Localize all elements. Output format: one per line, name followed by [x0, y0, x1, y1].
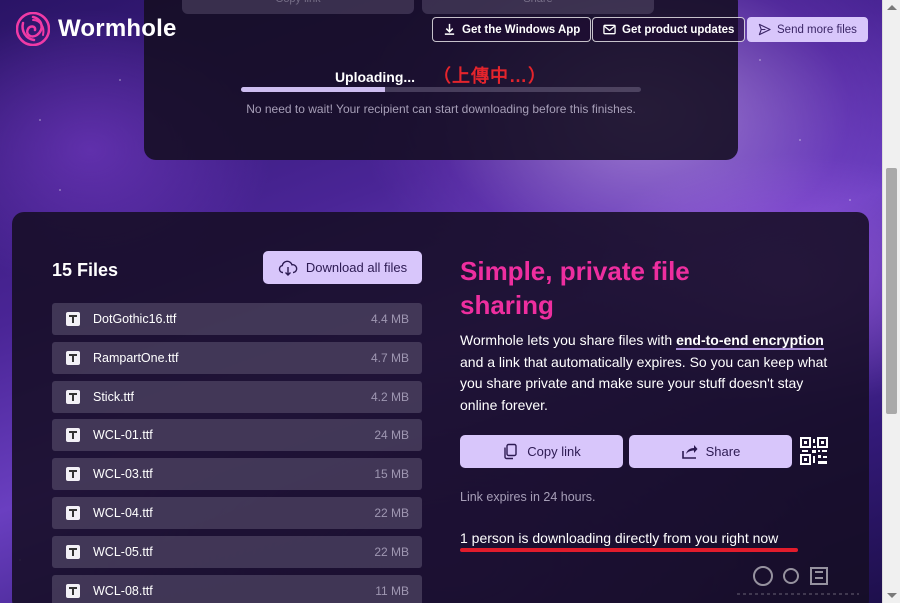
cloud-download-icon [278, 260, 298, 276]
file-name: Stick.ttf [93, 389, 134, 404]
file-row[interactable]: DotGothic16.ttf 4.4 MB [52, 303, 422, 335]
font-file-icon [66, 583, 80, 598]
file-name: WCL-03.ttf [93, 467, 153, 482]
copy-icon [504, 443, 517, 460]
scroll-down-arrow-icon[interactable] [887, 593, 897, 598]
file-row[interactable]: Stick.ttf 4.2 MB [52, 380, 422, 413]
font-file-icon [66, 389, 80, 404]
file-row[interactable]: WCL-05.ttf 22 MB [52, 535, 422, 568]
send-more-files-label: Send more files [777, 23, 857, 36]
upload-progress-bar [241, 87, 641, 92]
mail-icon [603, 24, 616, 35]
upload-status-text: Uploading... [334, 69, 416, 85]
page-scrollbar[interactable] [882, 0, 900, 603]
font-file-icon [66, 428, 80, 443]
file-size: 24 MB [374, 428, 409, 443]
upload-progress-fill [241, 87, 385, 92]
copy-link-label: Copy link [527, 444, 581, 459]
upload-status: Uploading... （上傳中…） [144, 62, 738, 88]
wormhole-logo-icon[interactable] [16, 12, 50, 46]
file-size: 11 MB [375, 583, 409, 598]
qr-code-icon[interactable] [800, 437, 828, 465]
font-file-icon [66, 467, 80, 482]
file-size: 22 MB [374, 544, 409, 559]
file-size: 4.7 MB [370, 350, 409, 365]
send-more-files-button[interactable]: Send more files [747, 17, 868, 42]
description: Wormhole lets you share files with end-t… [460, 330, 835, 416]
upload-annotation: （上傳中…） [433, 66, 548, 86]
site-watermark-logo [737, 566, 859, 595]
get-windows-app-button[interactable]: Get the Windows App [432, 17, 592, 42]
download-all-files-label: Download all files [305, 260, 408, 275]
file-name: WCL-05.ttf [93, 544, 153, 559]
description-part-1: Wormhole lets you share files with [460, 332, 677, 348]
get-product-updates-button[interactable]: Get product updates [592, 17, 746, 42]
get-windows-app-label: Get the Windows App [462, 23, 581, 36]
file-name: WCL-04.ttf [93, 505, 153, 520]
annotation-underline [460, 548, 798, 552]
brand-name[interactable]: Wormhole [58, 15, 177, 43]
link-expiry-text: Link expires in 24 hours. [460, 490, 596, 504]
transfer-panel: 15 Files Download all files DotGothic16.… [12, 212, 869, 603]
file-list: DotGothic16.ttf 4.4 MB RampartOne.ttf 4.7 M… [52, 303, 422, 603]
scroll-up-arrow-icon[interactable] [887, 5, 897, 10]
download-status-text: 1 person is downloading directly from yo… [460, 530, 779, 546]
file-size: 15 MB [374, 467, 409, 482]
file-size: 4.4 MB [370, 312, 409, 326]
file-name: WCL-08.ttf [93, 583, 153, 598]
description-part-2: and a link that automatically expires. S… [460, 353, 828, 413]
file-size: 22 MB [374, 505, 409, 520]
send-icon [758, 23, 771, 36]
font-file-icon [66, 505, 80, 520]
file-row[interactable]: WCL-04.ttf 22 MB [52, 496, 422, 529]
file-name: RampartOne.ttf [93, 350, 179, 365]
upload-note: No need to wait! Your recipient can star… [246, 102, 636, 116]
headline: Simple, private file sharing [460, 256, 690, 320]
download-icon [444, 23, 455, 35]
font-file-icon [66, 350, 80, 365]
font-file-icon [66, 544, 80, 559]
end-to-end-encryption-link[interactable]: end-to-end encryption [676, 332, 824, 350]
share-button[interactable]: Share [629, 435, 792, 468]
files-count-title: 15 Files [52, 260, 119, 280]
top-header: Wormhole Get the Windows App Get product… [0, 0, 882, 60]
share-label: Share [705, 444, 741, 459]
file-row[interactable]: WCL-03.ttf 15 MB [52, 458, 422, 491]
file-name: WCL-01.ttf [93, 428, 153, 443]
file-size: 4.2 MB [370, 389, 409, 404]
file-row[interactable]: RampartOne.ttf 4.7 MB [52, 341, 422, 374]
font-file-icon [66, 312, 80, 326]
download-all-files-button[interactable]: Download all files [263, 251, 422, 284]
get-product-updates-label: Get product updates [622, 23, 735, 36]
file-row[interactable]: WCL-01.ttf 24 MB [52, 419, 422, 452]
copy-link-button[interactable]: Copy link [460, 435, 623, 468]
share-icon [681, 445, 698, 459]
file-name: DotGothic16.ttf [93, 312, 177, 326]
scroll-thumb[interactable] [886, 168, 897, 414]
file-row[interactable]: WCL-08.ttf 11 MB [52, 574, 422, 603]
